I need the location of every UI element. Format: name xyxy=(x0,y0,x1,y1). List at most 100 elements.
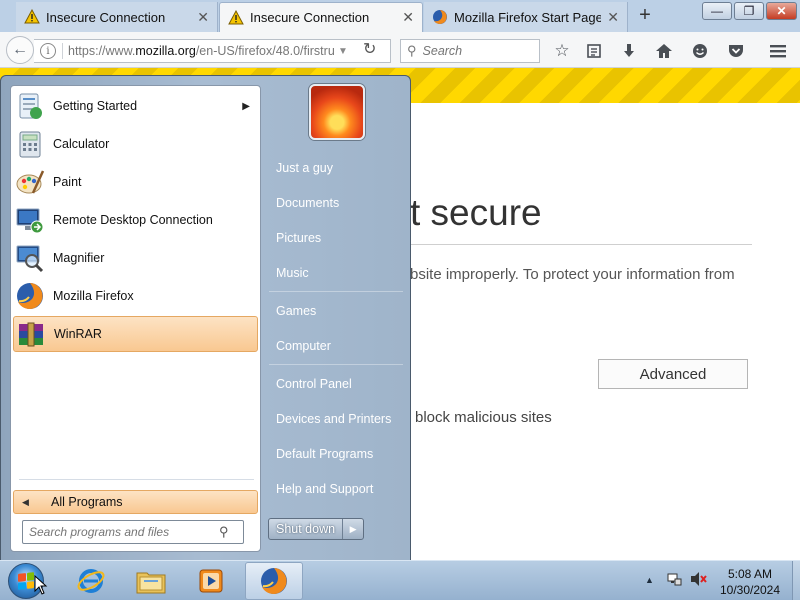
new-tab-button[interactable]: + xyxy=(632,4,658,27)
close-icon: ✕ xyxy=(776,4,787,18)
error-title: t secure xyxy=(410,192,542,233)
download-icon[interactable] xyxy=(618,40,640,62)
clock-time: 5:08 AM xyxy=(727,567,773,581)
url-dropdown-icon[interactable]: ▼ xyxy=(338,46,348,57)
close-tab-icon[interactable]: ✕ xyxy=(197,9,209,26)
shutdown-button-group: Shut down ▶ xyxy=(268,518,365,540)
link-help-and-support[interactable]: Help and Support xyxy=(267,474,405,504)
minimize-button[interactable]: — xyxy=(702,2,732,20)
system-clock[interactable]: 5:08 AM 10/30/2024 xyxy=(712,566,788,598)
bookmark-star-icon[interactable]: ☆ xyxy=(551,40,573,62)
link-devices-and-printers[interactable]: Devices and Printers xyxy=(267,404,405,434)
show-desktop-button[interactable] xyxy=(792,561,800,600)
remote-desktop-icon xyxy=(16,208,44,234)
url-separator xyxy=(62,43,63,59)
link-pictures[interactable]: Pictures xyxy=(267,223,405,253)
link-computer[interactable]: Computer xyxy=(267,331,405,361)
title-divider xyxy=(410,244,752,245)
maximize-button[interactable]: ❐ xyxy=(734,2,764,20)
advanced-button[interactable]: Advanced xyxy=(598,359,748,389)
hello-icon[interactable] xyxy=(689,40,711,62)
taskbar-windows-explorer[interactable] xyxy=(122,562,180,600)
tab-label: Insecure Connection xyxy=(250,10,370,25)
taskbar-firefox[interactable] xyxy=(245,562,303,600)
program-firefox[interactable]: Mozilla Firefox xyxy=(13,278,258,314)
media-player-icon xyxy=(199,569,223,593)
url-text[interactable]: https://www.mozilla.org/en-US/firefox/48… xyxy=(68,44,336,58)
program-label: Mozilla Firefox xyxy=(53,289,134,303)
start-search-input[interactable] xyxy=(23,525,219,539)
search-input[interactable] xyxy=(422,44,533,58)
calculator-icon xyxy=(19,131,41,158)
menu-icon[interactable] xyxy=(767,40,789,62)
all-programs-button[interactable]: ◀ All Programs xyxy=(13,490,258,514)
firefox-icon xyxy=(17,283,43,309)
back-arrow-icon: ← xyxy=(12,41,28,58)
program-winrar[interactable]: WinRAR xyxy=(13,316,258,352)
program-label: WinRAR xyxy=(54,327,102,341)
all-programs-arrow-icon: ◀ xyxy=(22,496,29,507)
shutdown-button[interactable]: Shut down xyxy=(269,519,344,539)
reload-button[interactable]: ↻ xyxy=(363,39,376,59)
program-paint[interactable]: Paint xyxy=(13,164,258,200)
block-malicious-sites-text: block malicious sites xyxy=(415,409,552,426)
firefox-icon xyxy=(433,10,447,24)
link-user-folder[interactable]: Just a guy xyxy=(267,153,405,183)
tab-bar: Insecure Connection ✕ Insecure Connectio… xyxy=(0,0,800,32)
program-label: Getting Started xyxy=(53,99,138,113)
program-label: Remote Desktop Connection xyxy=(53,213,213,227)
url-domain: mozilla.org xyxy=(135,44,196,58)
start-search-box[interactable]: ⚲ xyxy=(22,520,244,544)
windows-logo-icon xyxy=(18,572,34,590)
back-button[interactable]: ← xyxy=(6,36,34,64)
link-default-programs[interactable]: Default Programs xyxy=(267,439,405,469)
shutdown-options-arrow-icon[interactable]: ▶ xyxy=(343,519,363,539)
program-calculator[interactable]: Calculator xyxy=(13,126,258,162)
tab-insecure-connection-1[interactable]: Insecure Connection ✕ xyxy=(16,2,218,32)
site-info-icon[interactable]: i xyxy=(40,43,56,59)
link-music[interactable]: Music xyxy=(267,258,405,288)
program-label: Magnifier xyxy=(53,251,105,265)
magnifier-icon xyxy=(16,245,44,273)
link-documents[interactable]: Documents xyxy=(267,188,405,218)
url-prefix: https://www. xyxy=(68,44,136,58)
tab-insecure-connection-2[interactable]: Insecure Connection ✕ xyxy=(219,2,423,32)
mouse-cursor-icon xyxy=(34,575,48,595)
close-window-button[interactable]: ✕ xyxy=(766,2,797,20)
link-control-panel[interactable]: Control Panel xyxy=(267,369,405,399)
program-magnifier[interactable]: Magnifier xyxy=(13,240,258,276)
tab-label: Mozilla Firefox Start Page xyxy=(454,9,602,25)
url-bar[interactable]: i https://www.mozilla.org/en-US/firefox/… xyxy=(34,39,391,63)
link-games[interactable]: Games xyxy=(267,296,405,326)
close-tab-icon[interactable]: ✕ xyxy=(607,9,619,26)
show-hidden-icons-button[interactable]: ▲ xyxy=(645,575,654,585)
submenu-arrow-icon: ▶ xyxy=(242,100,250,112)
taskbar-internet-explorer[interactable] xyxy=(62,562,120,600)
network-icon[interactable] xyxy=(666,571,682,590)
volume-muted-icon[interactable] xyxy=(690,571,708,590)
taskbar-media-player[interactable] xyxy=(182,562,240,600)
home-icon[interactable] xyxy=(653,40,675,62)
firefox-icon xyxy=(261,568,287,594)
start-menu: Getting Started ▶ Calculator Paint Remot… xyxy=(0,75,411,561)
close-tab-icon[interactable]: ✕ xyxy=(402,9,414,26)
winrar-icon xyxy=(19,322,43,347)
all-programs-label: All Programs xyxy=(51,495,123,509)
program-label: Calculator xyxy=(53,137,110,151)
reading-list-icon[interactable] xyxy=(583,40,605,62)
right-pane-separator xyxy=(269,291,403,292)
tab-firefox-start-page[interactable]: Mozilla Firefox Start Page ✕ xyxy=(424,2,628,32)
program-getting-started[interactable]: Getting Started ▶ xyxy=(13,88,258,124)
internet-explorer-icon xyxy=(77,569,105,593)
pocket-icon[interactable] xyxy=(725,40,747,62)
maximize-icon: ❐ xyxy=(743,4,755,18)
right-pane-separator xyxy=(269,364,403,365)
user-avatar[interactable] xyxy=(309,84,365,140)
taskbar: ▲ 5:08 AM 10/30/2024 xyxy=(0,560,800,600)
program-remote-desktop[interactable]: Remote Desktop Connection xyxy=(13,202,258,238)
getting-started-icon xyxy=(19,93,42,119)
search-icon: ⚲ xyxy=(219,524,229,539)
search-bar[interactable]: ⚲ xyxy=(400,39,540,63)
error-description: bsite improperly. To protect your inform… xyxy=(410,266,735,283)
program-label: Paint xyxy=(53,175,82,189)
